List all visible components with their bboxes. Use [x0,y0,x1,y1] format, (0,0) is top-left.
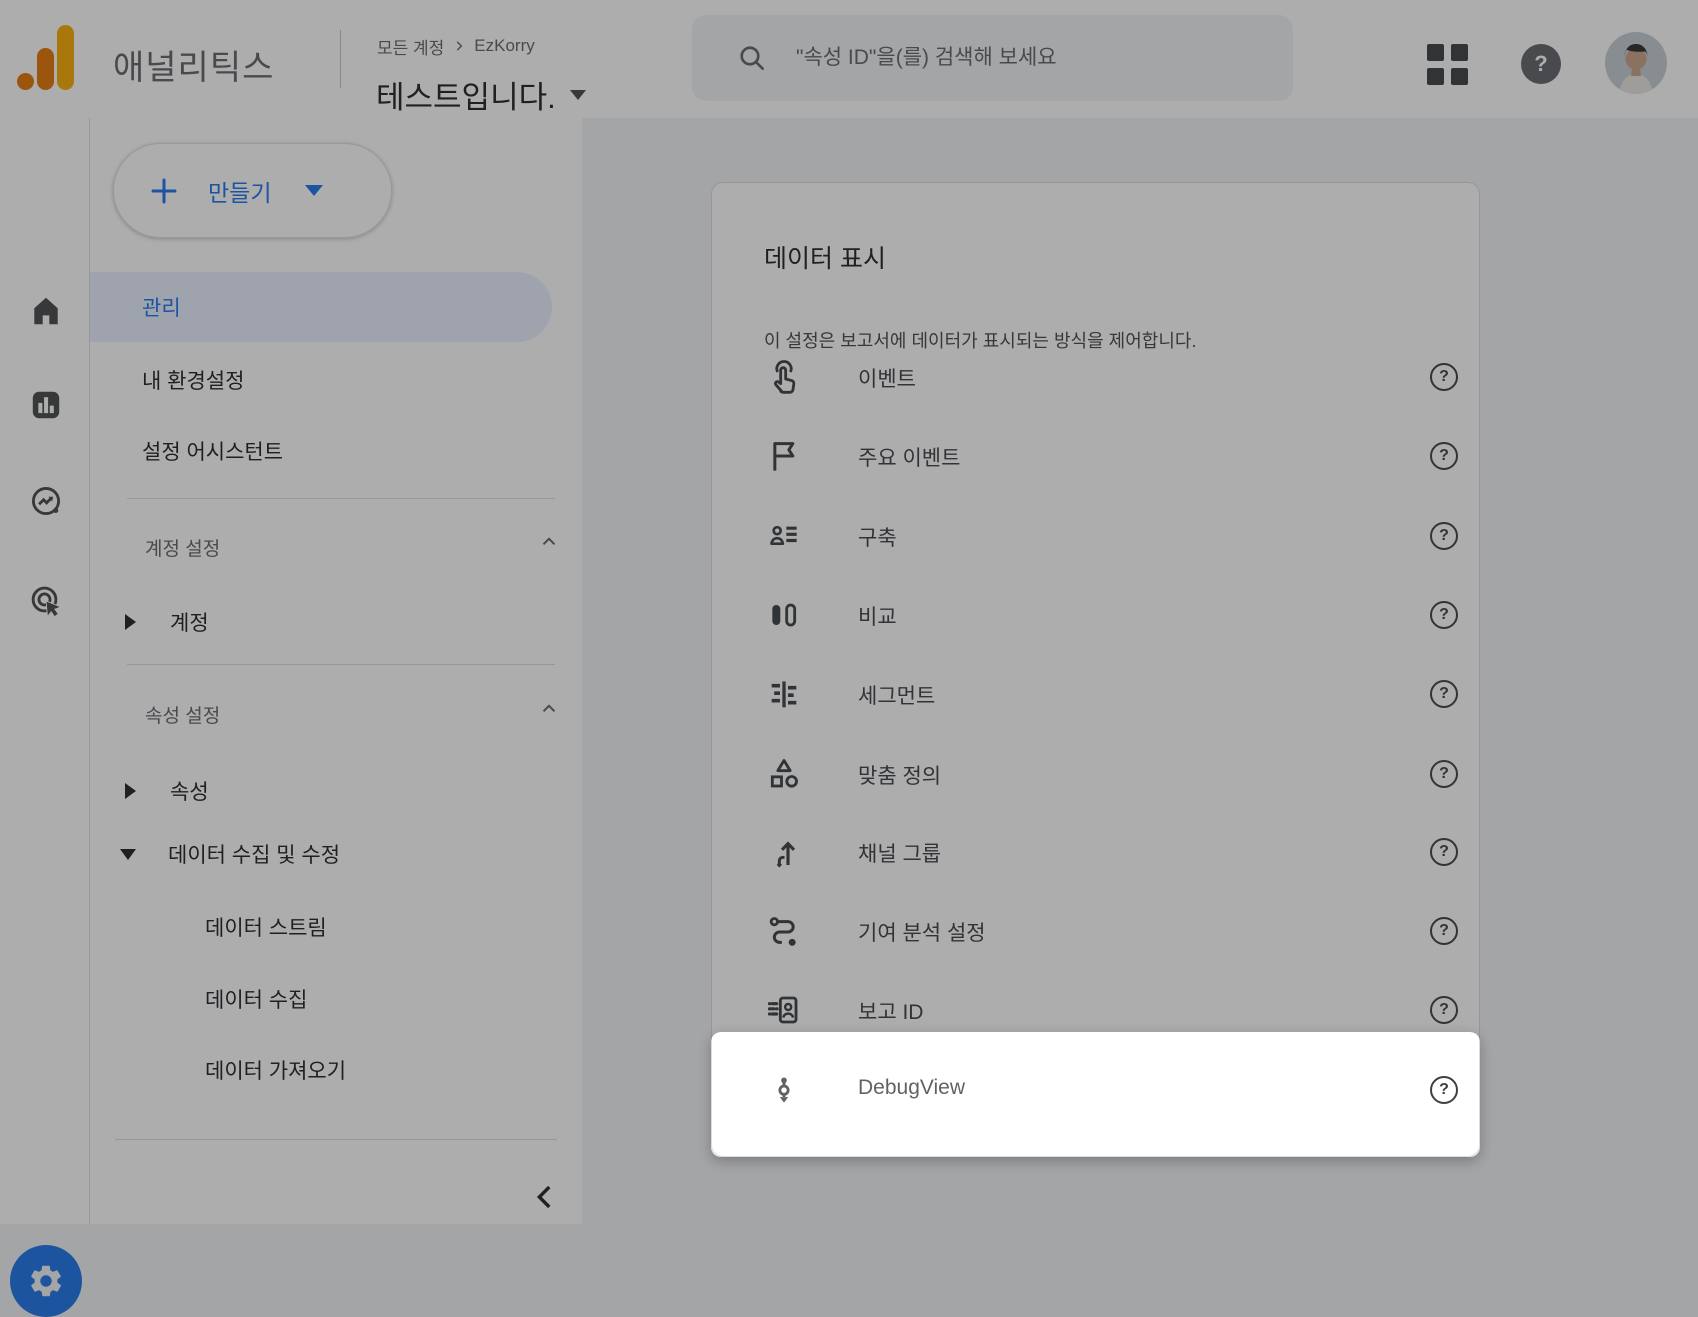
compare-icon [764,595,804,635]
card-row-reporting-identity[interactable]: 보고 ID ? [712,983,1481,1037]
tree-item-account[interactable]: 계정 [125,607,209,637]
help-icon[interactable]: ? [1430,760,1458,788]
card-row-comparisons[interactable]: 비교 ? [712,588,1481,642]
chevron-down-icon [305,185,323,196]
property-selector[interactable]: 테스트입니다. [376,72,586,117]
card-row-attribution-settings[interactable]: 기여 분석 설정 ? [712,904,1481,958]
card-row-audiences[interactable]: 구축 ? [712,509,1481,563]
analytics-logo-icon[interactable] [17,25,75,91]
divider [127,498,555,499]
help-icon[interactable]: ? [1521,44,1561,84]
create-button[interactable]: 만들기 [113,143,392,238]
route-icon [764,911,804,951]
segments-icon [764,674,804,714]
explore-icon[interactable] [28,483,64,519]
nav-item-data-collection[interactable]: 데이터 수집 [205,984,307,1014]
help-icon[interactable]: ? [1430,996,1458,1024]
debugview-icon [764,1070,804,1110]
chevron-down-icon [570,90,586,100]
nav-item-label: 관리 [142,292,181,322]
nav-item-data-streams[interactable]: 데이터 스트림 [205,912,327,942]
help-icon[interactable]: ? [1430,363,1458,391]
expand-down-icon[interactable] [120,849,136,860]
person-list-icon [764,516,804,556]
create-button-label: 만들기 [208,174,271,208]
help-icon[interactable]: ? [1430,917,1458,945]
shapes-icon [764,754,804,794]
search-input[interactable] [794,45,1268,71]
card-row-events[interactable]: 이벤트 ? [712,350,1481,404]
expand-right-icon[interactable] [125,614,136,630]
divider [115,1139,557,1140]
chevron-up-icon[interactable] [538,531,560,553]
channel-group-icon [764,832,804,872]
card-row-segments[interactable]: 세그먼트 ? [712,667,1481,721]
touch-icon [764,357,804,397]
property-name: 테스트입니다. [376,72,556,117]
breadcrumb-account[interactable]: EzKorry [474,36,534,56]
nav-item-setup-assistant[interactable]: 설정 어시스턴트 [142,436,283,466]
card-row-key-events[interactable]: 주요 이벤트 ? [712,429,1481,483]
tree-item-property[interactable]: 속성 [125,776,209,806]
help-icon[interactable]: ? [1430,1076,1458,1104]
search-bar[interactable] [692,15,1293,101]
expand-right-icon[interactable] [125,783,136,799]
help-icon[interactable]: ? [1430,601,1458,629]
help-icon[interactable]: ? [1430,680,1458,708]
breadcrumb: 모든 계정 EzKorry [377,34,535,58]
left-rail [0,118,90,1224]
tree-item-data-collection-group[interactable]: 데이터 수집 및 수정 [120,839,340,869]
nav-item-admin[interactable]: 관리 [90,272,552,342]
plus-icon [148,175,180,207]
nav-item-data-import[interactable]: 데이터 가져오기 [205,1055,346,1085]
app-title[interactable]: 애널리틱스 [113,40,274,89]
badge-icon [764,990,804,1030]
card-row-debugview[interactable]: DebugView ? [712,1063,1481,1117]
search-icon [736,42,768,74]
nav-item-my-preferences[interactable]: 내 환경설정 [142,365,244,395]
apps-grid-icon[interactable] [1427,44,1468,85]
breadcrumb-all-accounts[interactable]: 모든 계정 [377,34,444,59]
data-display-card: 데이터 표시 이 설정은 보고서에 데이터가 표시되는 방식을 제어합니다. 이… [711,182,1480,1157]
card-row-custom-definitions[interactable]: 맞춤 정의 ? [712,747,1481,801]
flag-icon [764,436,804,476]
help-icon[interactable]: ? [1430,522,1458,550]
chevron-up-icon[interactable] [538,698,560,720]
help-icon[interactable]: ? [1430,442,1458,470]
header-divider [340,30,341,88]
app-header: 애널리틱스 모든 계정 EzKorry 테스트입니다. ? [0,0,1698,118]
ga-admin-page: 애널리틱스 모든 계정 EzKorry 테스트입니다. ? [0,0,1698,1224]
section-account-settings: 계정 설정 [145,534,220,561]
avatar[interactable] [1605,32,1667,94]
card-row-channel-groups[interactable]: 채널 그룹 ? [712,825,1481,879]
chevron-right-icon [452,39,466,53]
help-icon[interactable]: ? [1430,838,1458,866]
advertising-icon[interactable] [28,583,64,619]
collapse-panel-icon[interactable] [528,1180,562,1214]
admin-nav-panel: 만들기 관리 내 환경설정 설정 어시스턴트 계정 설정 계정 속성 설정 속성… [90,118,582,1224]
home-icon[interactable] [28,293,64,329]
section-property-settings: 속성 설정 [145,701,220,728]
divider [127,664,555,665]
card-title: 데이터 표시 [764,239,886,275]
reports-icon[interactable] [28,387,64,423]
admin-gear-icon[interactable] [10,1245,82,1317]
